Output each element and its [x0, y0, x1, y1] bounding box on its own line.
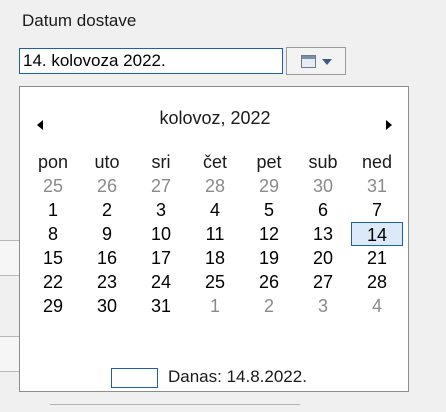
calendar-day-today[interactable]: 14	[351, 222, 403, 246]
calendar-day[interactable]: 25	[189, 270, 241, 294]
today-marker-box	[111, 368, 158, 388]
calendar-day[interactable]: 9	[81, 222, 133, 246]
calendar-day[interactable]: 2	[81, 198, 133, 222]
weekday-header: sri	[151, 152, 171, 172]
calendar-day[interactable]: 2	[243, 294, 295, 318]
calendar-day[interactable]: 30	[297, 174, 349, 198]
calendar-day[interactable]: 28	[189, 174, 241, 198]
calendar-day[interactable]: 4	[351, 294, 403, 318]
next-month-arrow-icon[interactable]	[386, 120, 392, 130]
weekday-header: sub	[308, 152, 338, 172]
calendar-day[interactable]: 18	[189, 246, 241, 270]
calendar-day[interactable]: 6	[297, 198, 349, 222]
calendar-day[interactable]: 26	[243, 270, 295, 294]
calendar-day[interactable]: 27	[135, 174, 187, 198]
calendar-day[interactable]: 31	[351, 174, 403, 198]
calendar-day[interactable]: 16	[81, 246, 133, 270]
calendar-day[interactable]: 13	[297, 222, 349, 246]
weekday-header: pon	[37, 152, 69, 172]
weekday-header: čet	[202, 152, 227, 172]
date-input[interactable]	[19, 48, 283, 74]
calendar-day[interactable]: 29	[27, 294, 79, 318]
weekday-header: uto	[94, 152, 120, 172]
calendar-day[interactable]: 22	[27, 270, 79, 294]
date-dropdown-button[interactable]	[286, 47, 346, 75]
calendar-day[interactable]: 3	[297, 294, 349, 318]
calendar-day[interactable]: 31	[135, 294, 187, 318]
calendar-day[interactable]: 28	[351, 270, 403, 294]
calendar-day[interactable]: 26	[81, 174, 133, 198]
calendar-day[interactable]: 1	[189, 294, 241, 318]
calendar-day[interactable]: 8	[27, 222, 79, 246]
background-divider	[50, 404, 300, 405]
calendar-day[interactable]: 21	[351, 246, 403, 270]
calendar-day[interactable]: 27	[297, 270, 349, 294]
calendar-day[interactable]: 17	[135, 246, 187, 270]
calendar-day[interactable]: 30	[81, 294, 133, 318]
calendar-icon	[301, 55, 316, 68]
calendar-day[interactable]: 4	[189, 198, 241, 222]
calendar-day[interactable]: 7	[351, 198, 403, 222]
calendar-day[interactable]: 3	[135, 198, 187, 222]
calendar-day[interactable]: 15	[27, 246, 79, 270]
calendar-day[interactable]: 10	[135, 222, 187, 246]
calendar-day[interactable]: 24	[135, 270, 187, 294]
calendar-day[interactable]: 20	[297, 246, 349, 270]
field-label: Datum dostave	[22, 11, 137, 30]
calendar-grid: pon uto sri čet pet sub ned 25 26 27 28 29 30 31 1 2 3 4 5…	[27, 150, 403, 318]
calendar-day[interactable]: 29	[243, 174, 295, 198]
weekday-header: pet	[256, 152, 282, 172]
calendar-day[interactable]: 5	[243, 198, 295, 222]
weekday-header: ned	[361, 152, 393, 172]
calendar-day[interactable]: 25	[27, 174, 79, 198]
month-calendar-popup: kolovoz, 2022 pon uto sri čet pet sub ned 25 26 2…	[19, 86, 409, 392]
calendar-day[interactable]: 12	[243, 222, 295, 246]
chevron-down-icon	[322, 59, 332, 65]
calendar-day[interactable]: 23	[81, 270, 133, 294]
calendar-day[interactable]: 19	[243, 246, 295, 270]
calendar-day[interactable]: 11	[189, 222, 241, 246]
calendar-day[interactable]: 1	[27, 198, 79, 222]
today-link[interactable]: Danas: 14.8.2022.	[168, 367, 307, 387]
month-title[interactable]: kolovoz, 2022	[20, 108, 410, 129]
